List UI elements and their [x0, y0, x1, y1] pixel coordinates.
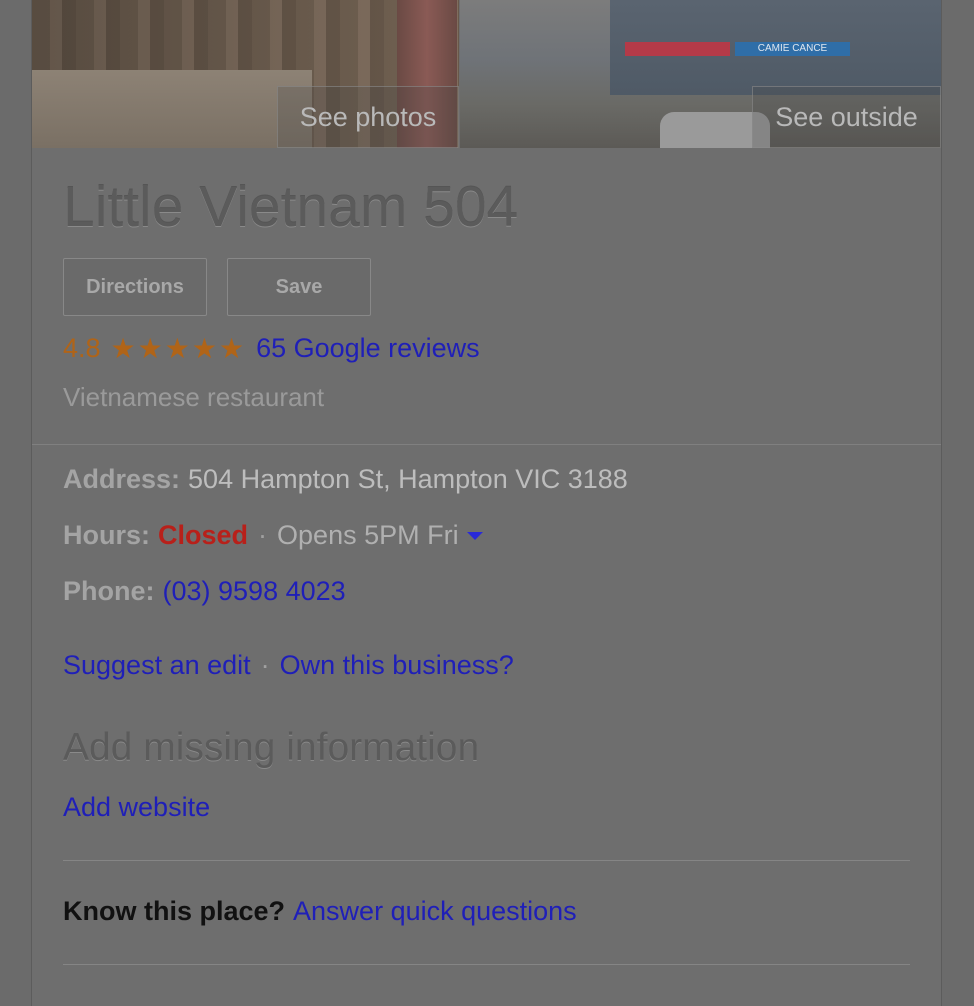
hours-row: Hours: Closed · Opens 5PM Fri: [63, 520, 483, 551]
address-value: 504 Hampton St, Hampton VIC 3188: [188, 464, 628, 494]
add-website-link[interactable]: Add website: [63, 792, 210, 823]
divider: [32, 444, 941, 445]
hours-next-open[interactable]: Opens 5PM Fri: [277, 520, 459, 551]
knowledge-panel: CAMIE CANCE See photos See outside Littl…: [31, 0, 942, 1006]
divider: [63, 964, 910, 965]
hours-separator: ·: [258, 520, 268, 550]
divider: [63, 860, 910, 861]
photo-table-shape: [32, 70, 312, 148]
hours-status: Closed: [158, 520, 249, 550]
answer-questions-link[interactable]: Answer quick questions: [293, 896, 577, 927]
rating-value: 4.8: [63, 332, 101, 363]
phone-label: Phone:: [63, 576, 155, 606]
address-row: Address: 504 Hampton St, Hampton VIC 318…: [63, 464, 628, 495]
save-button[interactable]: Save: [227, 258, 371, 316]
hours-label: Hours:: [63, 520, 150, 550]
photo-sign-red: [625, 42, 730, 56]
phone-link[interactable]: (03) 9598 4023: [163, 576, 346, 607]
place-category: Vietnamese restaurant: [63, 382, 325, 412]
missing-info-heading: Add missing information: [63, 726, 480, 769]
know-place-row: Know this place? Answer quick questions: [63, 896, 577, 927]
see-outside-button[interactable]: See outside: [752, 86, 941, 148]
place-title: Little Vietnam 504: [63, 175, 519, 239]
reviews-link[interactable]: 65 Google reviews: [256, 333, 480, 364]
caret-down-icon[interactable]: [466, 531, 483, 540]
directions-button[interactable]: Directions: [63, 258, 207, 316]
photo-sign-blue: CAMIE CANCE: [735, 42, 850, 56]
star-icon: ★★★★★: [110, 332, 247, 364]
edit-links-row: Suggest an edit · Own this business?: [63, 650, 514, 681]
own-business-link[interactable]: Own this business?: [280, 650, 514, 681]
address-label: Address:: [63, 464, 181, 494]
photo-strip: CAMIE CANCE See photos See outside: [32, 0, 941, 148]
rating-row: 4.8 ★★★★★ 65 Google reviews: [63, 330, 480, 366]
know-place-label: Know this place?: [63, 896, 286, 926]
see-photos-button[interactable]: See photos: [277, 86, 459, 148]
links-separator: ·: [260, 650, 270, 680]
phone-row: Phone: (03) 9598 4023: [63, 576, 346, 607]
suggest-edit-link[interactable]: Suggest an edit: [63, 650, 251, 681]
